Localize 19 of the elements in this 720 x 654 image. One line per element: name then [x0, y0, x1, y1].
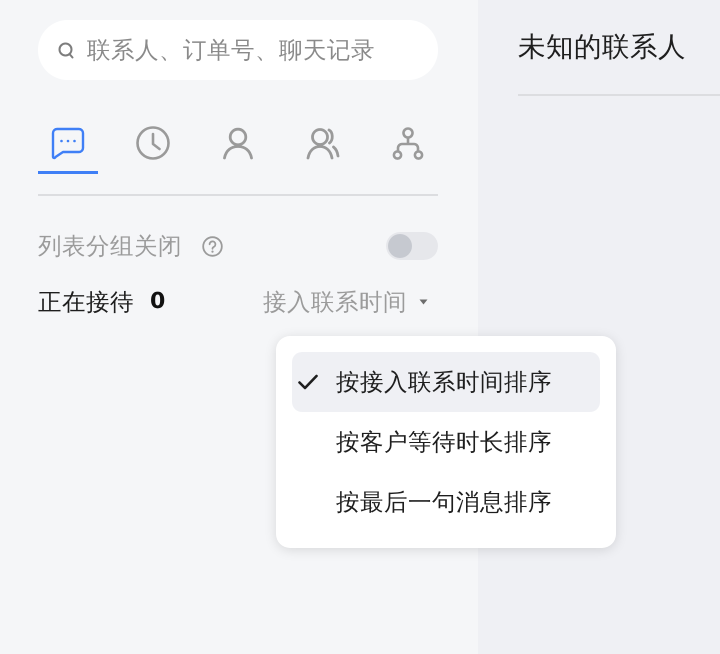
checkmark-icon: [298, 374, 318, 390]
people-icon: [306, 126, 340, 160]
help-icon: [202, 236, 223, 256]
person-icon: [221, 126, 255, 160]
search-icon: [58, 42, 74, 59]
hierarchy-icon: [391, 126, 425, 160]
group-label: 列表分组关闭: [38, 231, 182, 261]
chat-bubble-icon: [51, 126, 85, 160]
menu-item[interactable]: 按最后一句消息排序: [292, 472, 600, 532]
clock-icon: [136, 126, 170, 160]
contact-title: 未知的联系人: [518, 31, 687, 63]
tab[interactable]: [38, 126, 98, 174]
toggle-switch[interactable]: [386, 232, 438, 260]
queue-label: 正在接待: [38, 287, 134, 317]
menu-item[interactable]: 按接入联系时间排序: [292, 352, 600, 412]
caret-icon: [419, 299, 428, 305]
search-field[interactable]: 联系人、订单号、聊天记录: [38, 20, 438, 80]
queue-count: 0: [150, 288, 166, 316]
menu-item[interactable]: 按客户等待时长排序: [292, 412, 600, 472]
